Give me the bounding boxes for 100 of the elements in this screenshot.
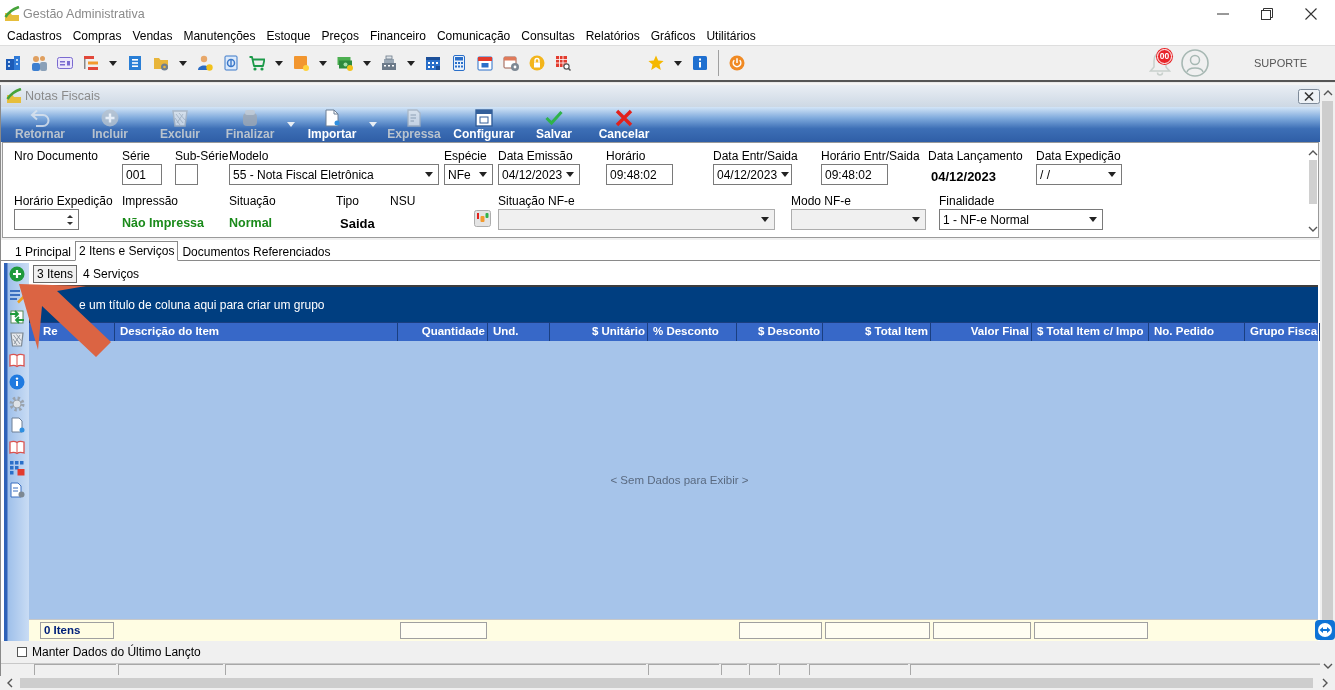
double-arrow-icon[interactable] <box>1315 620 1335 640</box>
toolbar-button[interactable]: Salvar <box>519 107 589 142</box>
document-icon[interactable] <box>127 55 143 71</box>
column-header[interactable]: $ Total Item <box>864 325 928 337</box>
arrows-document-icon[interactable] <box>8 309 25 326</box>
chevron-down-icon[interactable] <box>1308 225 1318 233</box>
text-field[interactable]: 001 <box>122 164 162 185</box>
document-gear-icon[interactable] <box>8 481 25 498</box>
cross-icon <box>614 109 634 127</box>
caret-icon[interactable] <box>179 60 187 66</box>
document-icon[interactable] <box>8 417 25 434</box>
caret-icon[interactable] <box>275 60 283 66</box>
menu-item[interactable]: Utilitários <box>706 29 756 44</box>
calendar-icon[interactable] <box>477 55 493 71</box>
menu-item[interactable]: Preços <box>321 29 359 44</box>
trash-icon[interactable] <box>8 330 25 347</box>
column-header[interactable]: Descrição do Item <box>120 325 220 337</box>
chevron-down-icon[interactable] <box>1322 662 1333 670</box>
vertical-scrollbar[interactable] <box>1320 85 1335 676</box>
menu-item[interactable]: Compras <box>72 29 122 44</box>
column-header[interactable]: Und. <box>493 325 519 337</box>
menu-item[interactable]: Relatórios <box>585 29 640 44</box>
spinner-field[interactable] <box>14 209 79 230</box>
toolbar-button[interactable]: Configurar <box>449 107 519 142</box>
chevron-up-icon[interactable] <box>1322 89 1333 97</box>
column-header[interactable]: Quantidade <box>421 325 485 337</box>
caret-icon[interactable] <box>319 60 327 66</box>
dropdown[interactable]: 55 - Nota Fiscal Eletrônica <box>229 164 439 185</box>
folder-gear-icon[interactable] <box>153 55 169 71</box>
column-header[interactable]: $ Total Item c/ Impo <box>1037 325 1144 337</box>
calendar-gear-icon[interactable] <box>503 55 519 71</box>
document-coin-icon[interactable] <box>223 55 239 71</box>
column-header[interactable]: Grupo Fisca <box>1250 325 1318 337</box>
info-icon[interactable] <box>8 373 25 390</box>
caret-icon[interactable] <box>674 60 682 66</box>
cart-icon[interactable] <box>249 55 265 71</box>
menu-item[interactable]: Vendas <box>132 29 173 44</box>
column-header[interactable]: Valor Final <box>970 325 1029 337</box>
dropdown[interactable]: / / <box>1036 164 1122 185</box>
card-icon[interactable] <box>57 55 73 71</box>
restore-icon[interactable] <box>1261 8 1273 20</box>
tab[interactable]: Documentos Referenciados <box>179 243 334 261</box>
menu-item[interactable]: Manutenções <box>183 29 256 44</box>
tab[interactable]: 1 Principal <box>12 243 75 261</box>
text-field[interactable]: 09:48:02 <box>606 164 673 185</box>
text-field[interactable]: 09:48:02 <box>821 164 888 185</box>
menu-item[interactable]: Estoque <box>266 29 311 44</box>
book-icon[interactable] <box>8 352 25 369</box>
column-header[interactable]: $ Desconto <box>758 325 820 337</box>
dropdown[interactable]: 04/12/2023 <box>498 164 580 185</box>
dropdown[interactable]: 1 - NF-e Normal <box>939 209 1103 230</box>
text-field[interactable] <box>175 164 198 185</box>
calendar-grid-icon[interactable] <box>425 55 441 71</box>
caret-icon[interactable] <box>109 60 117 66</box>
menu-item[interactable]: Financeiro <box>369 29 426 44</box>
spinner-arrows-icon[interactable] <box>66 213 74 226</box>
dropdown[interactable]: NFe <box>444 164 493 185</box>
note-icon[interactable] <box>293 55 309 71</box>
close-icon[interactable] <box>1305 8 1317 20</box>
toolbar-button[interactable]: Importar <box>297 107 367 142</box>
caret-icon[interactable] <box>363 60 371 66</box>
horizontal-scrollbar[interactable] <box>0 676 1335 690</box>
tab[interactable]: 3 Itens <box>33 265 78 283</box>
plus-circle-icon[interactable] <box>8 266 25 282</box>
info-icon[interactable] <box>692 55 708 71</box>
book-icon[interactable] <box>8 438 25 455</box>
tab[interactable]: 4 Serviços <box>80 265 143 283</box>
menu-item[interactable]: Consultas <box>521 29 575 44</box>
person-coin-icon[interactable] <box>197 55 213 71</box>
register-icon[interactable] <box>381 55 397 71</box>
power-icon[interactable] <box>729 55 745 71</box>
plus-circle-icon <box>100 109 120 127</box>
field-label: Modo NF-e <box>791 194 852 208</box>
dropdown[interactable]: 04/12/2023 <box>713 164 792 185</box>
checkbox[interactable] <box>17 647 27 657</box>
caret-icon[interactable] <box>407 60 415 66</box>
column-header[interactable]: % Desconto <box>653 325 719 337</box>
chevron-right-icon[interactable] <box>1321 678 1329 688</box>
column-header[interactable]: $ Unitário <box>591 325 645 337</box>
star-icon[interactable] <box>648 55 664 71</box>
building-icon[interactable] <box>5 55 21 71</box>
cash-icon[interactable] <box>337 55 353 71</box>
menu-item[interactable]: Comunicação <box>436 29 511 44</box>
menu-item[interactable]: Gráficos <box>650 29 696 44</box>
tab[interactable]: 2 Itens e Serviços <box>75 241 179 261</box>
menu-item[interactable]: Cadastros <box>7 29 62 44</box>
grid-icon[interactable] <box>8 460 25 477</box>
chevron-left-icon[interactable] <box>6 678 14 688</box>
numbering-icon[interactable] <box>474 210 491 227</box>
bars-icon[interactable] <box>83 55 99 71</box>
calculator-icon[interactable] <box>451 55 467 71</box>
column-header[interactable]: No. Pedido <box>1154 325 1215 337</box>
table-search-icon[interactable] <box>555 55 571 71</box>
people-icon[interactable] <box>31 55 47 71</box>
column-header[interactable]: Re <box>43 325 58 337</box>
list-pencil-icon[interactable] <box>8 287 25 304</box>
toolbar-button[interactable]: Cancelar <box>589 107 659 142</box>
close-icon[interactable] <box>1298 88 1320 104</box>
user-name[interactable]: SUPORTE <box>1254 57 1307 69</box>
chevron-up-icon[interactable] <box>1308 149 1318 157</box>
